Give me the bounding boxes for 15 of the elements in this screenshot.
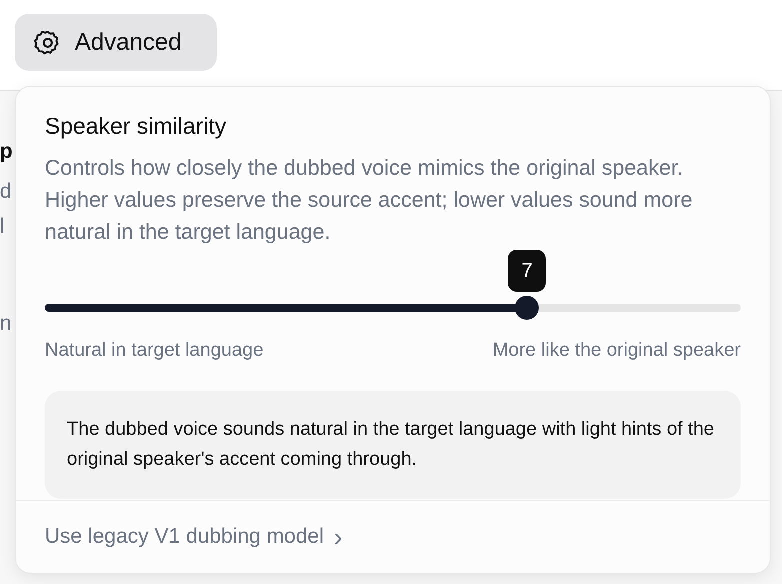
advanced-button[interactable]: Advanced [15,14,217,71]
slider[interactable] [45,296,741,320]
popover-title: Speaker similarity [45,112,228,141]
slider-thumb[interactable] [515,296,540,320]
background-text: n [0,313,12,334]
legacy-model-link[interactable]: Use legacy V1 dubbing model › [45,521,343,553]
chevron-icon: › [334,524,343,550]
min-label: Natural in target language [45,338,264,362]
value-tooltip: 7 [508,250,546,292]
background-text: p [0,141,13,162]
background-text: l [0,216,5,237]
background-text: d [0,181,12,202]
max-label: More like the original speaker [492,338,741,362]
info-box: The dubbed voice sounds natural in the target language with light hints of the original speaker's accent coming through. [45,391,741,499]
description-text: Controls how closely the dubbed voice mimics the original speaker. Higher values preserve the source accent; lower values sound more natural in the target language. [45,154,694,246]
